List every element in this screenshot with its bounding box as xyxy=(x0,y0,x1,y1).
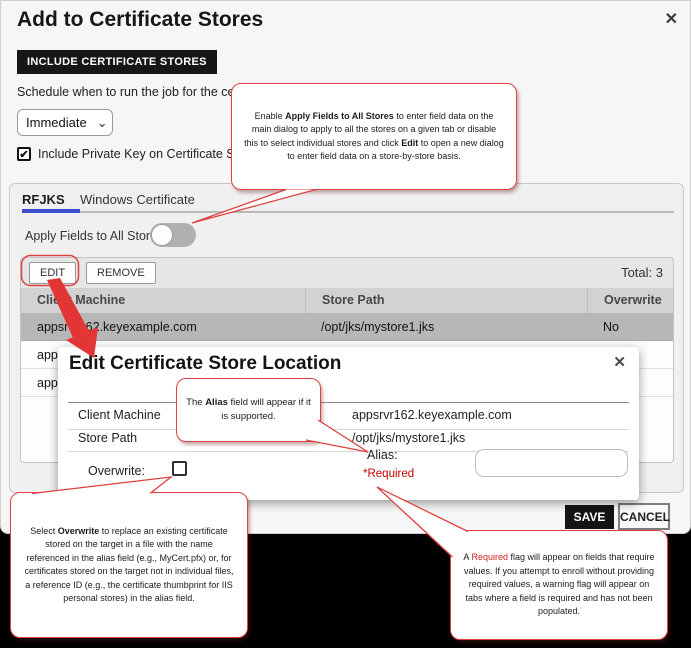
total-count: Total: 3 xyxy=(621,265,663,280)
cell-overwrite: No xyxy=(587,313,674,340)
cell-client-machine: appsrvr162.keyexample.com xyxy=(21,313,305,340)
tab-windows-certificate[interactable]: Windows Certificate xyxy=(80,192,195,207)
schedule-select-value: Immediate xyxy=(26,115,87,130)
callout-text: Select Overwrite to replace an existing … xyxy=(23,525,235,606)
divider xyxy=(68,402,629,403)
private-key-checkbox[interactable]: ✔ xyxy=(17,147,31,161)
callout-alias: The Alias field will appear if it is sup… xyxy=(176,378,321,442)
cancel-button[interactable]: CANCEL xyxy=(618,503,670,530)
field-label-client-machine: Client Machine xyxy=(78,408,161,422)
divider xyxy=(68,429,629,430)
callout-text: The Alias field will appear if it is sup… xyxy=(185,396,312,425)
table-header-row: Client Machine Store Path Overwrite xyxy=(21,288,673,313)
field-value-store-path: /opt/jks/mystore1.jks xyxy=(352,431,465,445)
save-button[interactable]: SAVE xyxy=(565,505,614,529)
overwrite-label: Overwrite: xyxy=(88,464,145,478)
tab-track xyxy=(22,211,674,213)
include-private-key-row: ✔ Include Private Key on Certificate Sto xyxy=(17,147,245,161)
schedule-select[interactable]: Immediate ⌄ xyxy=(17,109,113,136)
close-icon[interactable]: ✕ xyxy=(665,9,678,29)
edit-button[interactable]: EDIT xyxy=(29,262,76,284)
column-header-store-path[interactable]: Store Path xyxy=(305,288,587,313)
cell-store-path: /opt/jks/mystore1.jks xyxy=(305,313,587,340)
field-value-client-machine: appsrvr162.keyexample.com xyxy=(352,408,512,422)
remove-button[interactable]: REMOVE xyxy=(86,262,156,284)
apply-fields-toggle[interactable] xyxy=(150,223,196,247)
column-header-overwrite[interactable]: Overwrite xyxy=(587,288,674,313)
tab-rfjks[interactable]: RFJKS xyxy=(22,192,65,207)
alias-label: Alias: xyxy=(367,448,398,462)
callout-text: Enable Apply Fields to All Stores to ent… xyxy=(244,110,504,164)
private-key-label: Include Private Key on Certificate Sto xyxy=(38,147,245,161)
chevron-down-icon: ⌄ xyxy=(97,118,108,128)
field-label-store-path: Store Path xyxy=(78,431,137,445)
callout-required: A Required flag will appear on fields th… xyxy=(450,530,668,640)
close-icon[interactable]: ✕ xyxy=(613,353,626,371)
screenshot-stage: Add to Certificate Stores ✕ INCLUDE CERT… xyxy=(0,0,691,648)
column-header-client-machine[interactable]: Client Machine xyxy=(21,288,305,313)
edit-dialog-title: Edit Certificate Store Location xyxy=(69,353,341,375)
edit-certificate-store-location-dialog: Edit Certificate Store Location ✕ Client… xyxy=(58,347,639,500)
callout-text: A Required flag will appear on fields th… xyxy=(461,551,657,619)
overwrite-checkbox[interactable] xyxy=(172,461,187,476)
required-flag: *Required xyxy=(363,468,414,480)
apply-fields-label: Apply Fields to All Stores xyxy=(25,229,163,243)
table-toolbar: EDIT REMOVE Total: 3 xyxy=(21,258,673,288)
active-tab-underline xyxy=(22,209,80,213)
page-title: Add to Certificate Stores xyxy=(17,8,263,32)
callout-overwrite: Select Overwrite to replace an existing … xyxy=(10,492,248,638)
table-row[interactable]: appsrvr162.keyexample.com /opt/jks/mysto… xyxy=(21,313,673,341)
alias-input[interactable] xyxy=(475,449,628,477)
callout-apply-fields: Enable Apply Fields to All Stores to ent… xyxy=(231,83,517,190)
include-certificate-stores-button[interactable]: INCLUDE CERTIFICATE STORES xyxy=(17,50,217,74)
toggle-knob xyxy=(151,224,173,246)
check-icon: ✔ xyxy=(19,148,28,161)
